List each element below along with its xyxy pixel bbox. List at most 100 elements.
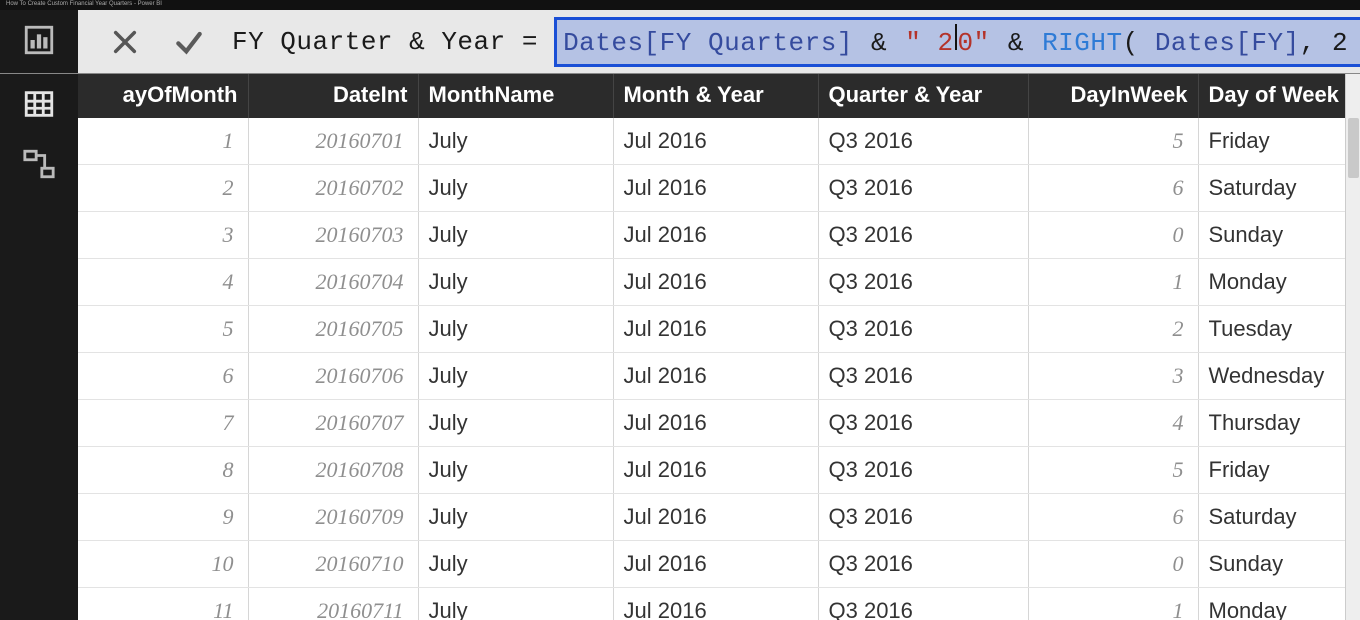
- cell-dayInWeek[interactable]: 0: [1028, 212, 1198, 259]
- cell-dateInt[interactable]: 20160702: [248, 165, 418, 212]
- data-grid[interactable]: ayOfMonthDateIntMonthNameMonth & YearQua…: [78, 74, 1360, 620]
- cell-monthName[interactable]: July: [418, 494, 613, 541]
- cell-dayOfMonth[interactable]: 4: [78, 259, 248, 306]
- cell-monthName[interactable]: July: [418, 447, 613, 494]
- table-row[interactable]: 420160704JulyJul 2016Q3 20161Monday: [78, 259, 1360, 306]
- table-row[interactable]: 520160705JulyJul 2016Q3 20162Tuesday: [78, 306, 1360, 353]
- cell-dayOfWeek[interactable]: Wednesday: [1198, 353, 1360, 400]
- table-row[interactable]: 220160702JulyJul 2016Q3 20166Saturday: [78, 165, 1360, 212]
- table-row[interactable]: 820160708JulyJul 2016Q3 20165Friday: [78, 447, 1360, 494]
- column-header[interactable]: DateInt: [248, 74, 418, 118]
- table-row[interactable]: 920160709JulyJul 2016Q3 20166Saturday: [78, 494, 1360, 541]
- table-row[interactable]: 1020160710JulyJul 2016Q3 20160Sunday: [78, 541, 1360, 588]
- cell-monthYear[interactable]: Jul 2016: [613, 447, 818, 494]
- table-row[interactable]: 320160703JulyJul 2016Q3 20160Sunday: [78, 212, 1360, 259]
- cell-monthName[interactable]: July: [418, 353, 613, 400]
- table-row[interactable]: 720160707JulyJul 2016Q3 20164Thursday: [78, 400, 1360, 447]
- cell-quarterYear[interactable]: Q3 2016: [818, 588, 1028, 620]
- column-header[interactable]: DayInWeek: [1028, 74, 1198, 118]
- cell-monthYear[interactable]: Jul 2016: [613, 353, 818, 400]
- cell-dayOfMonth[interactable]: 11: [78, 588, 248, 620]
- cell-monthName[interactable]: July: [418, 541, 613, 588]
- cell-quarterYear[interactable]: Q3 2016: [818, 212, 1028, 259]
- cell-dayOfMonth[interactable]: 7: [78, 400, 248, 447]
- cancel-formula-button[interactable]: [102, 19, 148, 65]
- cell-dayOfMonth[interactable]: 1: [78, 118, 248, 165]
- cell-dayOfMonth[interactable]: 8: [78, 447, 248, 494]
- cell-dayOfMonth[interactable]: 2: [78, 165, 248, 212]
- cell-dayInWeek[interactable]: 6: [1028, 165, 1198, 212]
- cell-monthName[interactable]: July: [418, 588, 613, 620]
- cell-dayInWeek[interactable]: 1: [1028, 588, 1198, 620]
- table-row[interactable]: 120160701JulyJul 2016Q3 20165Friday: [78, 118, 1360, 165]
- cell-monthYear[interactable]: Jul 2016: [613, 259, 818, 306]
- cell-monthName[interactable]: July: [418, 306, 613, 353]
- cell-dayOfWeek[interactable]: Sunday: [1198, 212, 1360, 259]
- cell-dateInt[interactable]: 20160708: [248, 447, 418, 494]
- cell-dateInt[interactable]: 20160703: [248, 212, 418, 259]
- cell-quarterYear[interactable]: Q3 2016: [818, 353, 1028, 400]
- cell-monthYear[interactable]: Jul 2016: [613, 306, 818, 353]
- cell-quarterYear[interactable]: Q3 2016: [818, 541, 1028, 588]
- cell-dayOfMonth[interactable]: 6: [78, 353, 248, 400]
- cell-dayOfMonth[interactable]: 3: [78, 212, 248, 259]
- cell-dateInt[interactable]: 20160704: [248, 259, 418, 306]
- cell-dayInWeek[interactable]: 5: [1028, 447, 1198, 494]
- cell-quarterYear[interactable]: Q3 2016: [818, 165, 1028, 212]
- table-row[interactable]: 1120160711JulyJul 2016Q3 20161Monday: [78, 588, 1360, 620]
- cell-dayOfWeek[interactable]: Friday: [1198, 118, 1360, 165]
- cell-quarterYear[interactable]: Q3 2016: [818, 259, 1028, 306]
- report-view-button[interactable]: [0, 10, 78, 70]
- column-header[interactable]: Quarter & Year: [818, 74, 1028, 118]
- cell-dateInt[interactable]: 20160706: [248, 353, 418, 400]
- cell-quarterYear[interactable]: Q3 2016: [818, 118, 1028, 165]
- cell-monthYear[interactable]: Jul 2016: [613, 165, 818, 212]
- cell-dayOfWeek[interactable]: Friday: [1198, 447, 1360, 494]
- cell-dayOfWeek[interactable]: Monday: [1198, 259, 1360, 306]
- data-view-button[interactable]: [0, 74, 78, 134]
- cell-dayInWeek[interactable]: 2: [1028, 306, 1198, 353]
- cell-dayInWeek[interactable]: 3: [1028, 353, 1198, 400]
- cell-dayInWeek[interactable]: 1: [1028, 259, 1198, 306]
- cell-monthYear[interactable]: Jul 2016: [613, 588, 818, 620]
- cell-monthYear[interactable]: Jul 2016: [613, 212, 818, 259]
- cell-monthYear[interactable]: Jul 2016: [613, 494, 818, 541]
- cell-monthName[interactable]: July: [418, 165, 613, 212]
- cell-dayOfWeek[interactable]: Thursday: [1198, 400, 1360, 447]
- cell-quarterYear[interactable]: Q3 2016: [818, 494, 1028, 541]
- cell-monthYear[interactable]: Jul 2016: [613, 541, 818, 588]
- cell-monthName[interactable]: July: [418, 118, 613, 165]
- commit-formula-button[interactable]: [166, 19, 212, 65]
- cell-monthYear[interactable]: Jul 2016: [613, 400, 818, 447]
- cell-dayOfWeek[interactable]: Saturday: [1198, 494, 1360, 541]
- column-header[interactable]: ayOfMonth: [78, 74, 248, 118]
- cell-dateInt[interactable]: 20160710: [248, 541, 418, 588]
- cell-dateInt[interactable]: 20160711: [248, 588, 418, 620]
- cell-dayOfMonth[interactable]: 9: [78, 494, 248, 541]
- cell-dayInWeek[interactable]: 5: [1028, 118, 1198, 165]
- cell-quarterYear[interactable]: Q3 2016: [818, 306, 1028, 353]
- cell-dayInWeek[interactable]: 4: [1028, 400, 1198, 447]
- cell-quarterYear[interactable]: Q3 2016: [818, 447, 1028, 494]
- column-header[interactable]: MonthName: [418, 74, 613, 118]
- cell-dateInt[interactable]: 20160707: [248, 400, 418, 447]
- cell-dayOfMonth[interactable]: 5: [78, 306, 248, 353]
- cell-dayOfWeek[interactable]: Saturday: [1198, 165, 1360, 212]
- vertical-scrollbar[interactable]: [1345, 74, 1360, 620]
- formula-input[interactable]: FY Quarter & Year = Dates[FY Quarters] &…: [224, 10, 1360, 73]
- cell-monthName[interactable]: July: [418, 259, 613, 306]
- cell-dayOfWeek[interactable]: Tuesday: [1198, 306, 1360, 353]
- cell-dayOfWeek[interactable]: Monday: [1198, 588, 1360, 620]
- cell-monthName[interactable]: July: [418, 212, 613, 259]
- cell-monthYear[interactable]: Jul 2016: [613, 118, 818, 165]
- cell-dayOfWeek[interactable]: Sunday: [1198, 541, 1360, 588]
- cell-dayInWeek[interactable]: 6: [1028, 494, 1198, 541]
- column-header[interactable]: Day of Week: [1198, 74, 1360, 118]
- cell-dayOfMonth[interactable]: 10: [78, 541, 248, 588]
- table-row[interactable]: 620160706JulyJul 2016Q3 20163Wednesday: [78, 353, 1360, 400]
- model-view-button[interactable]: [0, 134, 78, 194]
- column-header[interactable]: Month & Year: [613, 74, 818, 118]
- cell-quarterYear[interactable]: Q3 2016: [818, 400, 1028, 447]
- cell-dateInt[interactable]: 20160705: [248, 306, 418, 353]
- cell-dateInt[interactable]: 20160709: [248, 494, 418, 541]
